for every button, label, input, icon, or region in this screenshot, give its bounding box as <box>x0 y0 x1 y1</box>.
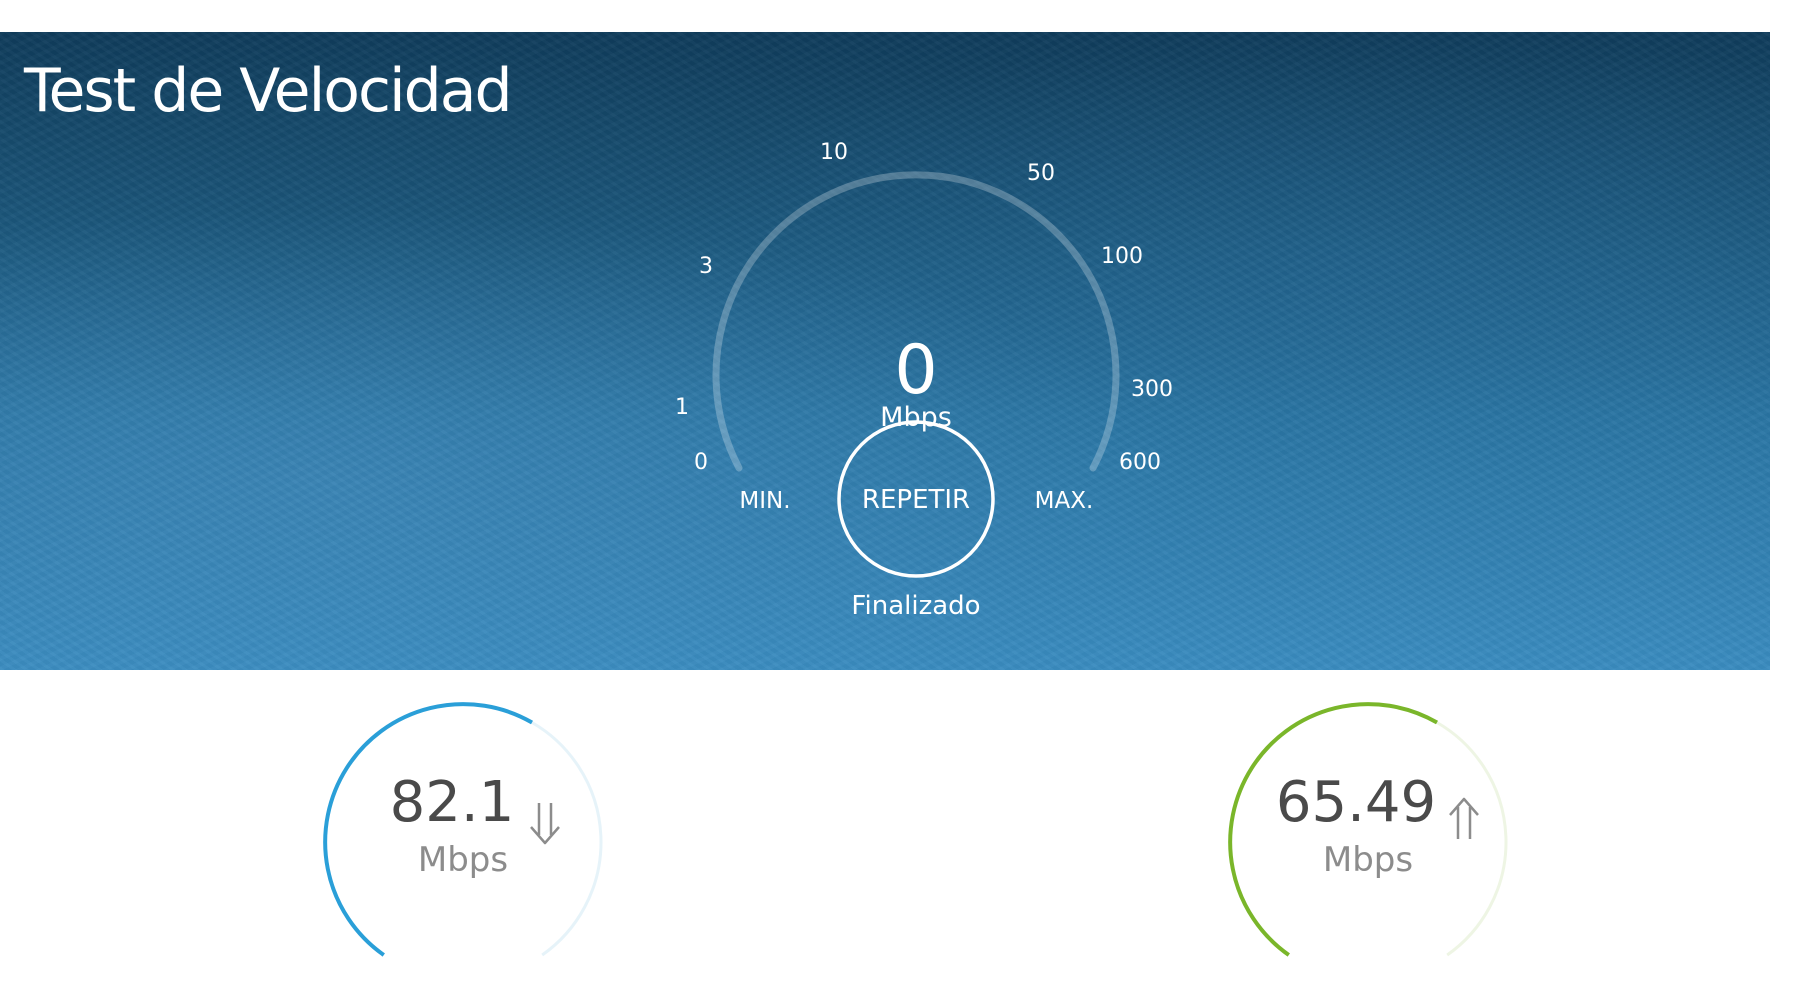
upload-result: 65.49 Mbps <box>1228 702 1508 957</box>
download-speed-value: 82.1 <box>390 770 515 835</box>
gauge-min-label: MIN. <box>739 488 790 514</box>
download-result: 82.1 Mbps <box>323 702 603 957</box>
gauge-tick-0: 0 <box>694 450 708 475</box>
gauge-tick-300: 300 <box>1131 377 1173 402</box>
speedometer-panel: Test de Velocidad 0 1 3 10 50 100 300 60… <box>0 32 1770 670</box>
upload-speed-unit: Mbps <box>1323 840 1413 880</box>
results-panel: 82.1 Mbps 65.49 Mbps <box>323 702 1508 957</box>
download-speed-unit: Mbps <box>418 840 508 880</box>
speed-test-page: Test de Velocidad 0 1 3 10 50 100 300 60… <box>0 0 1800 1000</box>
gauge-tick-600: 600 <box>1119 450 1161 475</box>
upload-speed-value: 65.49 <box>1276 770 1436 835</box>
upload-ring-track <box>1436 721 1508 957</box>
gauge-tick-50: 50 <box>1027 161 1055 186</box>
download-arrow-icon <box>530 803 560 845</box>
gauge-tick-10: 10 <box>820 140 848 165</box>
gauge-tick-1: 1 <box>675 395 689 420</box>
test-status: Finalizado <box>851 591 980 621</box>
repeat-button-label: REPETIR <box>862 485 970 515</box>
upload-arrow-icon <box>1449 797 1479 839</box>
current-speed-value: 0 <box>894 331 937 410</box>
gauge-tick-3: 3 <box>699 254 713 279</box>
speedometer-gauge: 0 1 3 10 50 100 300 600 MIN. MAX. 0 Mbps… <box>675 140 1173 621</box>
repeat-test-button[interactable]: REPETIR <box>837 420 995 578</box>
gauge-tick-100: 100 <box>1101 244 1143 269</box>
gauge-max-label: MAX. <box>1035 488 1094 514</box>
